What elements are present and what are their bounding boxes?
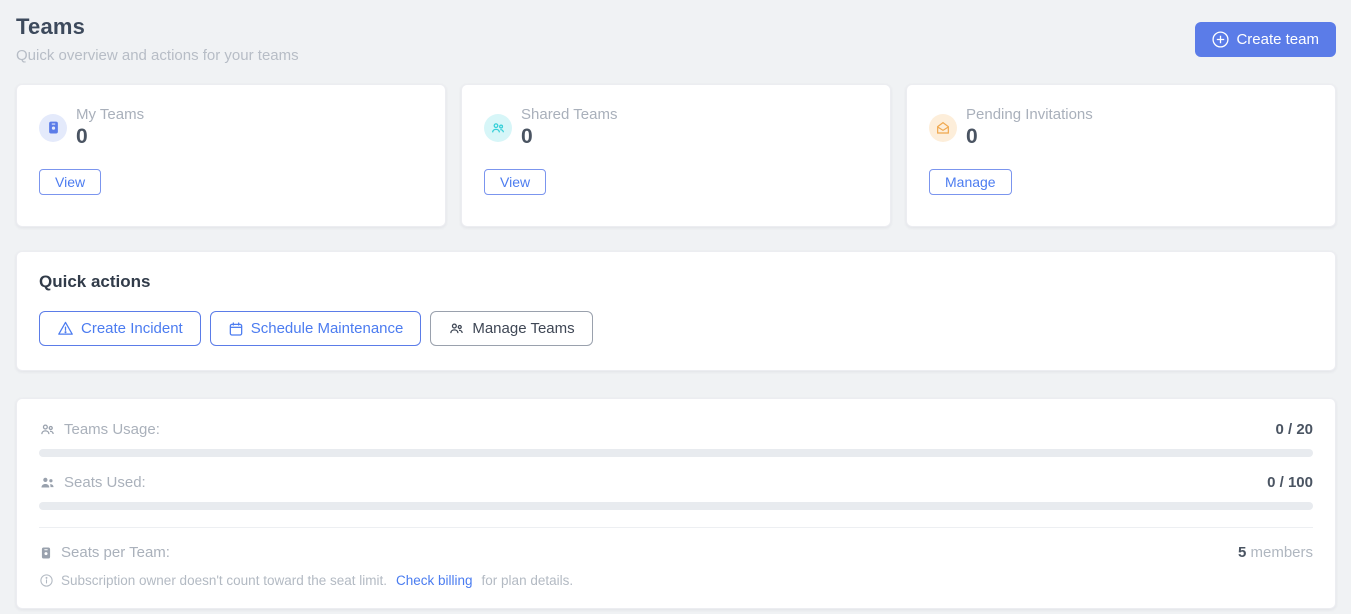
stat-label: Pending Invitations [966, 106, 1093, 123]
teams-usage-progressbar [39, 449, 1313, 457]
stat-value: 0 [76, 125, 144, 149]
warning-icon [57, 320, 74, 337]
schedule-maintenance-button[interactable]: Schedule Maintenance [210, 311, 422, 346]
create-team-button[interactable]: Create team [1195, 22, 1336, 57]
people-filled-icon [39, 474, 56, 491]
pending-invitations-card: Pending Invitations 0 Manage [906, 84, 1336, 227]
shared-teams-card: Shared Teams 0 View [461, 84, 891, 227]
subscription-note: Subscription owner doesn't count toward … [39, 573, 1313, 588]
my-teams-card: My Teams 0 View [16, 84, 446, 227]
seats-used-label: Seats Used: [64, 474, 146, 491]
group-icon [484, 114, 512, 142]
stat-label: My Teams [76, 106, 144, 123]
info-icon [39, 573, 54, 588]
badge-icon [39, 114, 67, 142]
seats-per-team-value: 5 members [1238, 544, 1313, 561]
page-header-text: Teams Quick overview and actions for you… [16, 14, 299, 64]
manage-invitations-button[interactable]: Manage [929, 169, 1012, 195]
teams-usage-value: 0 / 20 [1275, 421, 1313, 438]
open-envelope-icon [929, 114, 957, 142]
page-title: Teams [16, 14, 299, 40]
group-outline-icon [39, 421, 56, 438]
seats-per-team-label: Seats per Team: [61, 544, 170, 561]
badge-gray-icon [39, 546, 53, 560]
seats-used-value: 0 / 100 [1267, 474, 1313, 491]
usage-card: Teams Usage: 0 / 20 Seats Used: 0 / 100 … [16, 398, 1336, 609]
circled-plus-icon [1212, 31, 1229, 48]
seats-per-team-row: Seats per Team: 5 members [39, 544, 1313, 561]
check-billing-link[interactable]: Check billing [396, 573, 473, 588]
divider [39, 527, 1313, 528]
note-text: Subscription owner doesn't count toward … [61, 573, 387, 588]
seats-used-progressbar [39, 502, 1313, 510]
teams-usage-row: Teams Usage: 0 / 20 [39, 421, 1313, 438]
note-suffix: for plan details. [482, 573, 574, 588]
teams-usage-label: Teams Usage: [64, 421, 160, 438]
view-shared-teams-button[interactable]: View [484, 169, 546, 195]
stat-value: 0 [521, 125, 617, 149]
stat-label: Shared Teams [521, 106, 617, 123]
people-icon [448, 320, 465, 337]
seats-used-row: Seats Used: 0 / 100 [39, 474, 1313, 491]
view-my-teams-button[interactable]: View [39, 169, 101, 195]
page-header: Teams Quick overview and actions for you… [16, 14, 1336, 64]
manage-teams-button[interactable]: Manage Teams [430, 311, 592, 346]
stat-cards-row: My Teams 0 View Shared Teams 0 View Pend… [16, 84, 1336, 227]
stat-value: 0 [966, 125, 1093, 149]
create-incident-button[interactable]: Create Incident [39, 311, 201, 346]
calendar-icon [228, 321, 244, 337]
quick-actions-title: Quick actions [39, 272, 1313, 292]
quick-actions-card: Quick actions Create Incident Schedule M… [16, 251, 1336, 371]
page-subtitle: Quick overview and actions for your team… [16, 47, 299, 64]
